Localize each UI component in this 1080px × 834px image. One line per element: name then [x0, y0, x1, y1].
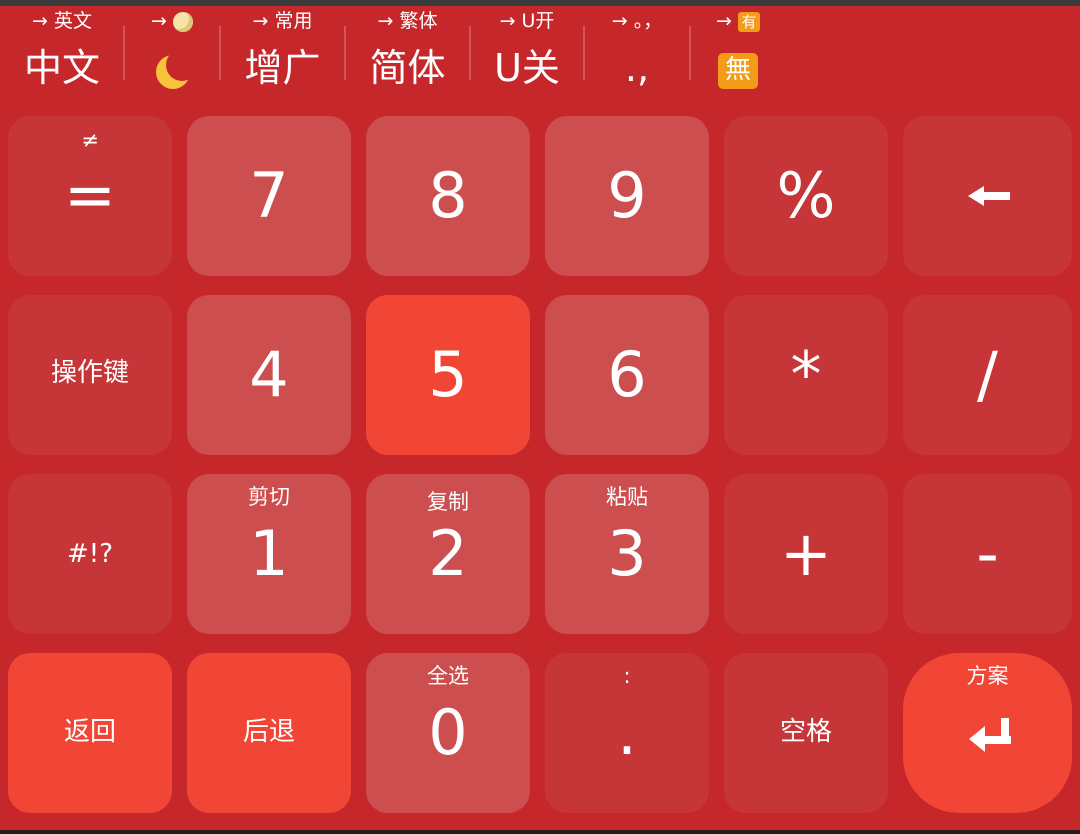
- key-label: 3: [607, 517, 647, 590]
- key-label: =: [64, 158, 116, 231]
- key-label: 后退: [242, 717, 295, 747]
- key-1[interactable]: 剪切 1: [187, 474, 351, 634]
- key-plus[interactable]: +: [724, 474, 888, 634]
- key-label: 6: [607, 338, 647, 411]
- key-5[interactable]: 5: [366, 295, 530, 455]
- bottom-border: [0, 830, 1080, 834]
- key-7[interactable]: 7: [187, 116, 351, 276]
- key-2[interactable]: 复制 2: [366, 474, 530, 634]
- key-9[interactable]: 9: [545, 116, 709, 276]
- key-divide[interactable]: /: [903, 295, 1072, 455]
- key-label: 7: [249, 159, 289, 232]
- key-percent[interactable]: %: [724, 116, 888, 276]
- key-equals[interactable]: ≠ =: [8, 116, 172, 276]
- kanji-badge-small-icon: 有: [737, 11, 760, 32]
- toolbar-charset-toggle[interactable]: → 常用 增广: [220, 6, 345, 106]
- candidate-toolbar: → 英文 中文 → → 常用 增广 → 繁体 简体 → U开 U关 → 。， .…: [0, 6, 1080, 106]
- toolbar-hint-wrap: →: [124, 10, 220, 32]
- toolbar-label: 增广: [244, 46, 321, 90]
- key-label: 返回: [63, 717, 116, 747]
- key-sup-label: 方案: [966, 664, 1009, 688]
- key-label: +: [780, 517, 832, 590]
- toolbar-hint: → U开: [499, 10, 555, 32]
- key-label: 2: [428, 517, 468, 590]
- backspace-arrow-icon: [968, 186, 1012, 206]
- toolbar-label: .,: [624, 46, 650, 90]
- toolbar-emoji-toggle[interactable]: → 有 無: [690, 6, 786, 106]
- key-sup-label: 粘贴: [606, 485, 648, 509]
- key-3[interactable]: 粘贴 3: [545, 474, 709, 634]
- key-sup-label: ≠: [81, 128, 99, 152]
- toolbar-punctuation-toggle[interactable]: → 。， .,: [584, 6, 690, 106]
- key-label: /: [977, 338, 998, 411]
- key-back[interactable]: 后退: [187, 653, 351, 813]
- key-label: 空格: [779, 717, 832, 747]
- key-label: #!?: [66, 539, 113, 569]
- key-backspace[interactable]: [903, 116, 1072, 276]
- key-minus[interactable]: -: [903, 474, 1072, 634]
- key-symbols[interactable]: #!?: [8, 474, 172, 634]
- key-label: -: [976, 517, 999, 590]
- toolbar-theme-toggle[interactable]: →: [124, 6, 220, 106]
- key-label: 0: [428, 696, 468, 769]
- toolbar-hint-wrap: → 有: [690, 10, 786, 32]
- toolbar-label: 中文: [23, 46, 100, 90]
- toolbar-hint: →: [716, 10, 732, 32]
- toolbar-label: U关: [494, 46, 560, 90]
- key-sup-label: 全选: [427, 664, 469, 688]
- key-label: 操作键: [50, 358, 129, 388]
- toolbar-hint: → 英文: [32, 10, 92, 32]
- key-4[interactable]: 4: [187, 295, 351, 455]
- toolbar-icon-wrap: [124, 44, 220, 92]
- toolbar-hint: → 繁体: [377, 10, 438, 32]
- key-6[interactable]: 6: [545, 295, 709, 455]
- key-sup-label: :: [623, 664, 631, 688]
- key-label: %: [776, 159, 836, 232]
- moon-icon: [152, 48, 198, 91]
- key-0[interactable]: 全选 0: [366, 653, 530, 813]
- key-multiply[interactable]: *: [724, 295, 888, 455]
- toolbar-lang-toggle[interactable]: → 英文 中文: [0, 6, 124, 106]
- toolbar-label: 简体: [369, 46, 446, 90]
- toolbar-icon-wrap: 無: [690, 44, 786, 92]
- key-sup-label: 复制: [427, 490, 469, 514]
- key-label: *: [790, 338, 822, 411]
- key-label: 5: [428, 338, 468, 411]
- key-enter[interactable]: 方案: [903, 653, 1072, 813]
- key-operations[interactable]: 操作键: [8, 295, 172, 455]
- key-label: 1: [249, 517, 289, 590]
- full-moon-icon: [172, 11, 193, 32]
- key-dot[interactable]: : .: [545, 653, 709, 813]
- toolbar-simplified-toggle[interactable]: → 繁体 简体: [345, 6, 470, 106]
- key-space[interactable]: 空格: [724, 653, 888, 813]
- enter-arrowhead: [969, 726, 985, 752]
- toolbar-hint: → 常用: [252, 10, 313, 32]
- toolbar-hint: → 。，: [611, 10, 663, 32]
- key-label: .: [617, 696, 637, 769]
- kanji-badge-icon: 無: [718, 52, 758, 89]
- key-sup-label: 剪切: [248, 485, 290, 509]
- key-label: 9: [607, 159, 647, 232]
- key-label: 4: [249, 338, 289, 411]
- toolbar-hint: →: [151, 10, 167, 32]
- key-return[interactable]: 返回: [8, 653, 172, 813]
- key-label: 8: [428, 159, 468, 232]
- toolbar-unicode-toggle[interactable]: → U开 U关: [470, 6, 584, 106]
- key-8[interactable]: 8: [366, 116, 530, 276]
